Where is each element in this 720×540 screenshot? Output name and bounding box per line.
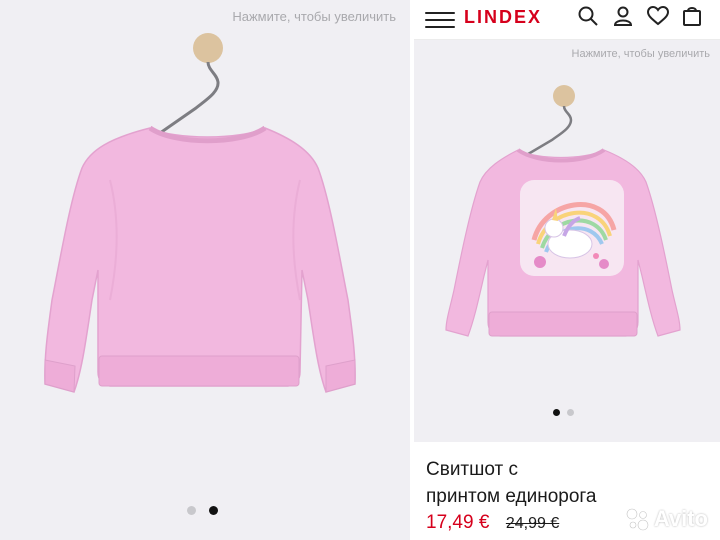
avito-logo-icon [626,508,649,531]
price-current: 17,49 € [426,512,490,533]
product-title-line1: Свитшот с [426,459,519,480]
carousel-dot-active[interactable] [553,409,560,416]
product-image-large[interactable]: Нажмите, чтобы увеличить [0,0,410,540]
sweatshirt-body [44,127,356,393]
zoom-hint-small: Нажмите, чтобы увеличить [571,48,710,60]
brand-logo[interactable]: LINDEX [464,7,542,28]
app-header: LINDEX [414,0,720,40]
product-title: Свитшот с принтом единорога [426,456,716,510]
carousel-dot-active[interactable] [209,506,218,515]
menu-icon[interactable] [425,8,455,30]
user-icon[interactable] [611,4,635,28]
sweatshirt-front-illustration [445,85,681,337]
zoom-hint: Нажмите, чтобы увеличить [232,9,396,24]
price-row: 17,49 € 24,99 € [426,512,559,534]
hanger-knob [193,33,223,63]
heart-icon[interactable] [646,4,670,28]
hanger-hook [149,61,220,142]
carousel-dots [187,506,218,515]
avito-logo-text: Avito [653,506,708,531]
search-icon[interactable] [576,4,600,28]
mobile-product-page: LINDEX Нажмите, чтобы увеличить Свитшот … [414,0,720,540]
carousel-dot[interactable] [187,506,196,515]
avito-watermark: Avito [624,506,708,532]
product-image-small[interactable]: Нажмите, чтобы увеличить [414,40,720,442]
carousel-dots [553,409,574,416]
carousel-dot[interactable] [567,409,574,416]
sweatshirt-back-illustration [44,33,356,393]
price-original: 24,99 € [505,515,560,532]
bag-icon[interactable] [680,4,704,28]
